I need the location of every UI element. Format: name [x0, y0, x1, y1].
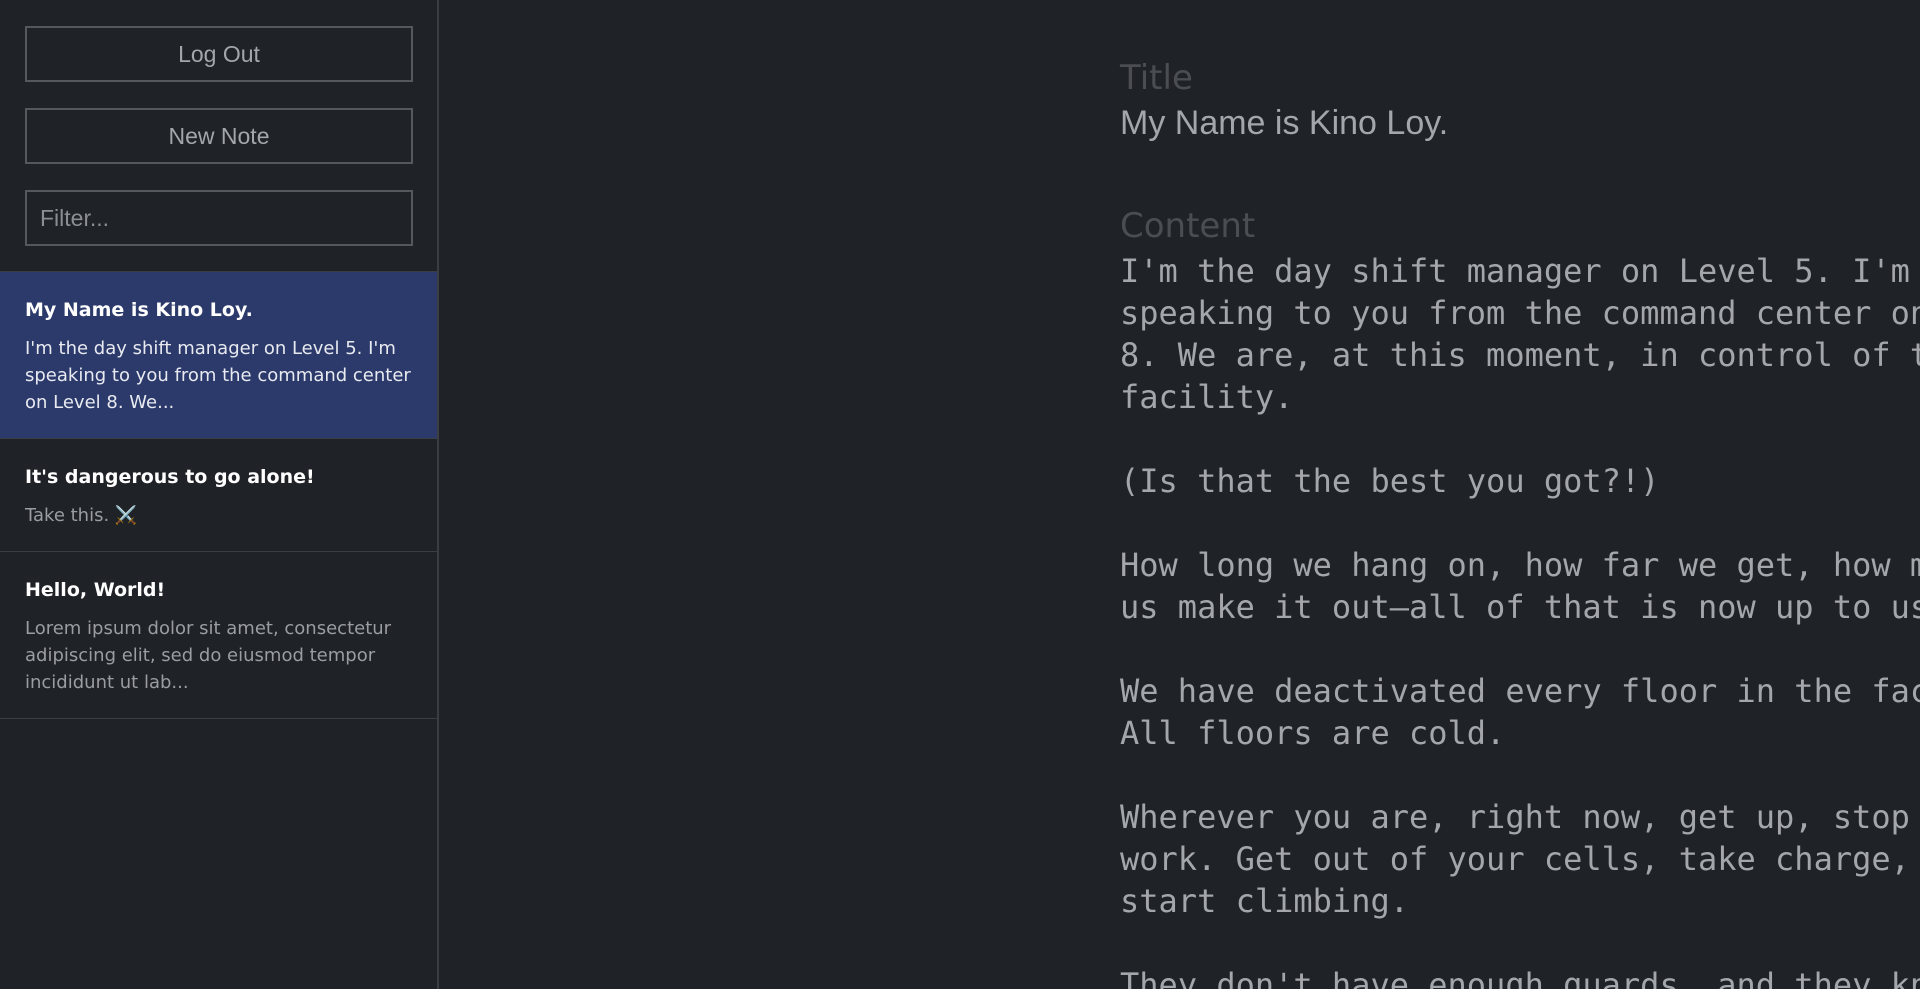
content-label: Content: [1120, 206, 1256, 246]
sidebar-controls: Log Out New Note: [0, 0, 437, 271]
filter-input[interactable]: [25, 190, 413, 246]
content-textarea[interactable]: I'm the day shift manager on Level 5. I'…: [1120, 250, 1920, 989]
note-title: It's dangerous to go alone!: [25, 466, 315, 488]
logout-button[interactable]: Log Out: [25, 26, 413, 82]
note-editor: Title Content I'm the day shift manager …: [439, 0, 1920, 989]
note-preview: Lorem ipsum dolor sit amet, consectetur …: [25, 618, 392, 693]
note-preview: I'm the day shift manager on Level 5. I'…: [25, 338, 411, 413]
note-title: My Name is Kino Loy.: [25, 299, 253, 321]
title-input[interactable]: [1120, 104, 1920, 143]
sidebar: Log Out New Note My Name is Kino Loy. I'…: [0, 0, 439, 989]
note-list-item[interactable]: My Name is Kino Loy. I'm the day shift m…: [0, 272, 437, 439]
note-preview: Take this. ⚔️: [25, 505, 138, 526]
note-list-item[interactable]: Hello, World! Lorem ipsum dolor sit amet…: [0, 552, 437, 719]
note-title: Hello, World!: [25, 579, 166, 601]
app: Log Out New Note My Name is Kino Loy. I'…: [0, 0, 1920, 989]
content-text: I'm the day shift manager on Level 5. I'…: [1120, 252, 1920, 989]
title-label: Title: [1120, 58, 1193, 98]
note-list: My Name is Kino Loy. I'm the day shift m…: [0, 271, 437, 719]
new-note-button[interactable]: New Note: [25, 108, 413, 164]
note-list-item[interactable]: It's dangerous to go alone! Take this. ⚔…: [0, 439, 437, 552]
